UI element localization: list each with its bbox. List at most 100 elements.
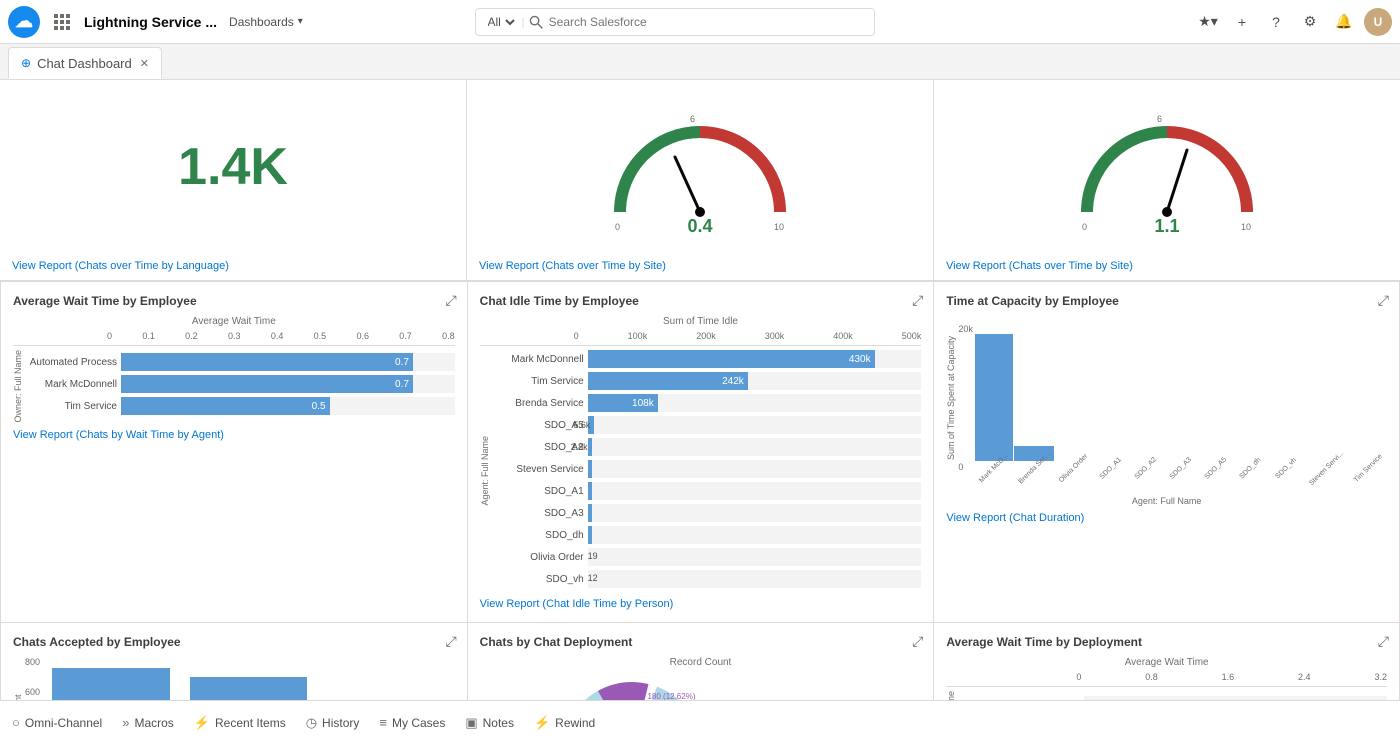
time-cap-x-label: Agent: Full Name: [946, 496, 1387, 506]
avg-wait-deploy-card: Average Wait Time by Deployment ⤢ Averag…: [933, 623, 1400, 700]
chat-idle-chart: Agent: Full Name Mark McDonnell 430k Tim…: [480, 350, 922, 592]
my-cases-label: My Cases: [392, 716, 445, 730]
chats-accepted-bars: Automated Process Mark McDonnell Tim Ser…: [42, 657, 455, 700]
second-row: Average Wait Time by Employee ⤢ Average …: [0, 281, 1400, 623]
chats-accepted-card: Chats Accepted by Employee ⤢ Record Coun…: [0, 623, 467, 700]
breadcrumb-tab[interactable]: Dashboards ▾: [229, 15, 303, 29]
omni-channel-item[interactable]: ○ Omni-Channel: [12, 715, 102, 730]
search-filter-select[interactable]: All: [484, 14, 518, 30]
gauge-svg-2: 0.4 0 6 10: [600, 102, 800, 232]
gauge-2-report-link[interactable]: View Report (Chats over Time by Site): [479, 260, 666, 272]
expand-time-cap[interactable]: ⤢: [1378, 292, 1389, 309]
chats-deployment-card: Chats by Chat Deployment ⤢ Record Count: [467, 623, 934, 700]
gauge-card-1: 1.4K View Report (Chats over Time by Lan…: [0, 80, 467, 280]
notes-item[interactable]: ▣ Notes: [465, 715, 514, 731]
macros-item[interactable]: » Macros: [122, 715, 174, 730]
recent-items-item[interactable]: ⚡ Recent Items: [194, 715, 286, 731]
tab-icon: ⊕: [21, 56, 31, 70]
salesforce-logo: [8, 6, 40, 38]
expand-avg-wait[interactable]: ⤢: [445, 292, 456, 309]
y-axis-scale: 800 600 400 200 0: [25, 657, 40, 700]
bottom-bar: ○ Omni-Channel » Macros ⚡ Recent Items ◷…: [0, 700, 1400, 744]
time-cap-report-link[interactable]: View Report (Chat Duration): [946, 512, 1387, 524]
svg-text:6: 6: [1157, 114, 1162, 124]
expand-chat-idle[interactable]: ⤢: [912, 292, 923, 309]
chat-idle-x-labels: 0100k200k300k400k500k: [480, 331, 922, 341]
hbar-row: Olivia Order 19: [494, 548, 922, 566]
gauge-wrapper-3: 1.1 0 6 10: [946, 80, 1388, 254]
omni-channel-icon: ○: [12, 715, 20, 730]
help-button[interactable]: ?: [1262, 8, 1290, 36]
chats-deploy-title: Chats by Chat Deployment: [480, 635, 922, 649]
gauge-card-2: 0.4 0 6 10 View Report (Chats over Time …: [467, 80, 934, 280]
vbar-tim: Tim Service: [1350, 324, 1387, 472]
search-bar: All |: [475, 8, 875, 36]
hbar-row: Tim Service 242k: [494, 372, 922, 390]
expand-avg-wait-deploy[interactable]: ⤢: [1378, 633, 1389, 650]
history-item[interactable]: ◷ History: [306, 715, 360, 731]
svg-text:0: 0: [1082, 222, 1087, 232]
svg-text:1.1: 1.1: [1154, 216, 1179, 232]
expand-chats-deploy[interactable]: ⤢: [912, 633, 923, 650]
avg-wait-deploy-y-label: Chat Button: Developer Name: [946, 691, 956, 700]
vbar-automated: Automated Process: [52, 657, 170, 700]
gauge-wrapper-1: 1.4K: [12, 80, 454, 254]
avg-wait-deploy-chart: Chat Button: Developer Name Community_Ch…: [946, 691, 1387, 700]
tab-close-button[interactable]: ✕: [140, 57, 149, 70]
chats-accepted-chart: Record Count 800 600 400 200 0 Automated…: [13, 657, 455, 700]
axis-line: [13, 345, 455, 346]
hbar-row: Tim Service 0.5: [27, 397, 455, 415]
avg-wait-chart-title: Average Wait Time: [13, 316, 455, 327]
my-cases-item[interactable]: ≡ My Cases: [379, 715, 445, 730]
notification-button[interactable]: 🔔: [1330, 8, 1358, 36]
breadcrumb-label: Dashboards: [229, 15, 294, 29]
chats-accepted-y-label: Record Count: [13, 657, 23, 700]
gauge-1-report-link[interactable]: View Report (Chats over Time by Language…: [12, 260, 229, 272]
search-input[interactable]: [543, 15, 866, 29]
rewind-icon: ⚡: [534, 715, 550, 731]
vbar-sdoa5: SDO_A5: [1199, 324, 1233, 472]
avg-wait-bars: Automated Process 0.7 Mark McDonnell 0.7…: [27, 353, 455, 419]
donut-wrapper: 1.4k 180 (12.62%) 1.2k (88.44%): [552, 672, 712, 700]
top-nav-bar: Lightning Service ... Dashboards ▾ All |…: [0, 0, 1400, 44]
avg-wait-y-label: Owner: Full Name: [13, 350, 23, 423]
hbar-row: Mark McDonnell 430k: [494, 350, 922, 368]
third-row: Chats Accepted by Employee ⤢ Record Coun…: [0, 623, 1400, 700]
vbar-sdoa3: SDO_A3: [1164, 324, 1198, 472]
add-button[interactable]: +: [1228, 8, 1256, 36]
main-content: 1.4K View Report (Chats over Time by Lan…: [0, 80, 1400, 700]
hbar-row: SDO_A5 5.6k: [494, 416, 922, 434]
favorite-button[interactable]: ★▾: [1194, 8, 1222, 36]
tab-label: Chat Dashboard: [37, 56, 132, 71]
time-cap-y-label: Sum of Time Spent at Capacity: [946, 324, 956, 472]
avg-wait-x-labels: 00.10.20.30.40.50.60.70.8: [13, 331, 455, 341]
avg-wait-deploy-chart-title: Average Wait Time: [946, 657, 1387, 668]
svg-text:0: 0: [615, 222, 620, 232]
gauge-3-report-link[interactable]: View Report (Chats over Time by Site): [946, 260, 1133, 272]
avg-wait-deploy-title: Average Wait Time by Deployment: [946, 635, 1387, 649]
chat-dashboard-tab[interactable]: ⊕ Chat Dashboard ✕: [8, 47, 162, 79]
rewind-item[interactable]: ⚡ Rewind: [534, 715, 595, 731]
avg-wait-chart: Owner: Full Name Automated Process 0.7 M…: [13, 350, 455, 423]
avg-wait-deploy-x-labels: 00.81.62.43.2: [946, 672, 1387, 682]
chat-idle-report-link[interactable]: View Report (Chat Idle Time by Person): [480, 598, 922, 610]
svg-text:10: 10: [774, 222, 784, 232]
hbar-row: Steven Service 1.8k: [494, 460, 922, 478]
axis-line: [946, 686, 1387, 687]
avg-wait-deploy-bars: Community_Chat 0 Automated_Invite 0.5 B2…: [960, 696, 1387, 700]
avg-wait-report-link[interactable]: View Report (Chats by Wait Time by Agent…: [13, 429, 455, 441]
hbar-row: SDO_vh 12: [494, 570, 922, 588]
waffle-menu-button[interactable]: [48, 8, 76, 36]
expand-chats-accepted[interactable]: ⤢: [445, 633, 456, 650]
hbar-row: Community_Chat 0: [960, 696, 1387, 700]
vbar-sdovh: SDO_vh: [1269, 324, 1303, 472]
svg-text:6: 6: [690, 114, 695, 124]
vbar-olivia: Olivia Order: [1055, 324, 1092, 472]
setup-icon-button[interactable]: ⚙: [1296, 8, 1324, 36]
vbar-sdoa1: SDO_A1: [1094, 324, 1128, 472]
my-cases-icon: ≡: [379, 715, 387, 730]
vbar-steven: Steven Servi...: [1304, 324, 1350, 472]
hbar-row: SDO_A3 895: [494, 504, 922, 522]
avatar[interactable]: U: [1364, 8, 1392, 36]
axis-line: [480, 345, 922, 346]
